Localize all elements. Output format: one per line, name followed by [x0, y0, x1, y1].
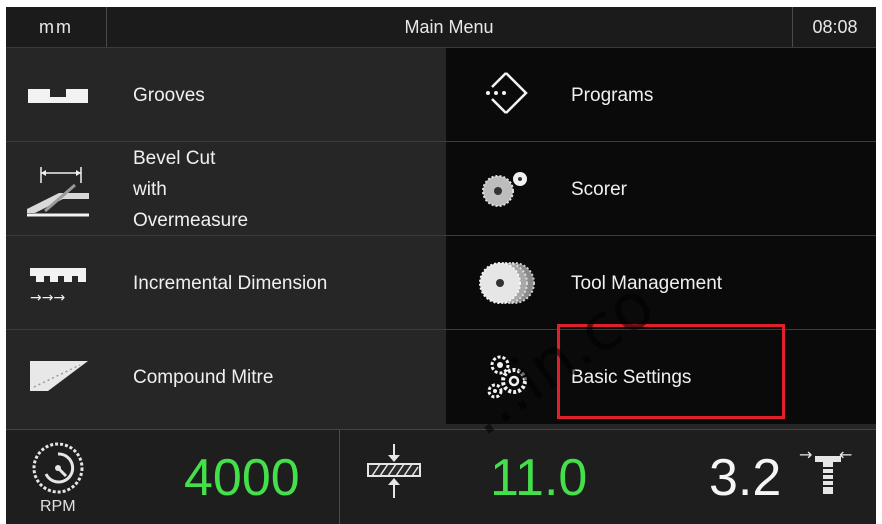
incremental-dimension-label: Incremental Dimension	[133, 272, 328, 294]
bevel-cut-label-line3: Overmeasure	[133, 209, 249, 231]
incremental-dimension-icon: →→→	[16, 236, 100, 330]
machine-screen: mm Main Menu 08:08 Grooves Programs Beve…	[6, 7, 876, 524]
clock: 08:08	[792, 7, 876, 47]
groove-profile-icon	[16, 48, 100, 142]
height-adjust-icon	[364, 442, 424, 507]
grooves-label: Grooves	[133, 84, 205, 106]
menu-item-scorer[interactable]: Scorer	[446, 142, 876, 236]
tool-stack-icon	[456, 236, 556, 330]
menu-item-tool-management[interactable]: Tool Management	[446, 236, 876, 330]
unit-indicator[interactable]: mm	[6, 7, 107, 47]
page-title: Main Menu	[404, 17, 494, 37]
tool-height-icon: → ←	[799, 444, 859, 509]
compound-mitre-label: Compound Mitre	[133, 366, 274, 388]
rpm-value: 4000	[184, 449, 300, 507]
programs-icon	[456, 48, 556, 142]
scorer-label: Scorer	[571, 178, 627, 200]
menu-item-compound-mitre[interactable]: Compound Mitre	[6, 330, 446, 424]
top-bar: mm Main Menu 08:08	[6, 7, 876, 48]
menu-item-incremental-dimension[interactable]: →→→ Incremental Dimension	[6, 236, 446, 330]
menu-item-programs[interactable]: Programs	[446, 48, 876, 142]
rpm-label: RPM	[40, 498, 76, 515]
gears-icon	[456, 330, 556, 424]
tool-panel[interactable]: 3.2 → ←	[679, 430, 876, 524]
basic-settings-label: Basic Settings	[571, 366, 692, 388]
tool-management-label: Tool Management	[571, 272, 723, 294]
svg-text:→: →	[799, 445, 812, 464]
svg-text:→→→: →→→	[30, 290, 65, 306]
feed-value: 11.0	[490, 449, 588, 507]
menu-item-basic-settings[interactable]: Basic Settings	[446, 330, 876, 424]
programs-label: Programs	[571, 84, 654, 106]
feed-panel[interactable]: 11.0	[339, 430, 680, 524]
rpm-panel[interactable]: RPM 4000	[6, 430, 339, 524]
menu-item-grooves[interactable]: Grooves	[6, 48, 446, 142]
status-bar: RPM 4000 11.0 3.2 → ←	[6, 429, 876, 524]
bevel-cut-icon	[16, 142, 100, 236]
svg-text:←: ←	[839, 445, 852, 464]
bevel-cut-label-line2: with	[133, 178, 167, 200]
scorer-blade-icon	[456, 142, 556, 236]
menu-item-bevel-cut[interactable]: Bevel Cut with Overmeasure	[6, 142, 446, 236]
tool-value: 3.2	[709, 449, 782, 507]
bevel-cut-label-line1: Bevel Cut	[133, 147, 216, 169]
rpm-dial-icon	[30, 440, 86, 501]
bevel-cut-label: Bevel Cut with Overmeasure	[133, 142, 433, 236]
compound-mitre-icon	[16, 330, 100, 424]
